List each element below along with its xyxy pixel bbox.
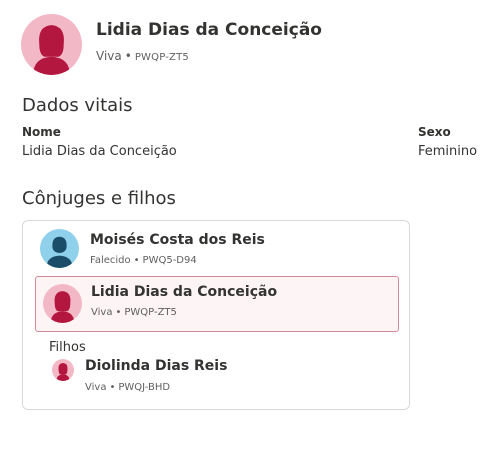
person-id: PWQP-ZT5 [124,307,177,318]
person-id: PWQJ-BHD [118,382,171,393]
name-label: Nome [22,125,61,139]
sex-label: Sexo [418,125,451,139]
self-name[interactable]: Lidia Dias da Conceição [91,284,277,300]
person-meta: Viva • PWQP-ZT5 [96,49,189,63]
spouse-meta: Falecido • PWQ5-D94 [90,255,197,266]
separator: • [109,382,116,393]
life-status: Viva [85,382,107,393]
person-id: PWQP-ZT5 [134,52,189,63]
life-status: Viva [91,307,113,318]
life-status: Falecido [90,255,131,266]
spouse-row[interactable]: Moisés Costa dos Reis Falecido • PWQ5-D94 [40,229,400,269]
male-avatar-icon[interactable] [40,229,79,268]
children-label: Filhos [49,340,86,355]
vitals-section-title: Dados vitais [22,95,133,116]
separator: • [133,255,140,266]
life-status: Viva [96,49,122,63]
spouse-name[interactable]: Moisés Costa dos Reis [90,232,265,248]
child-meta: Viva • PWQJ-BHD [85,382,170,393]
family-section-title: Cônjuges e filhos [22,188,176,209]
child-row[interactable]: Diolinda Dias Reis Viva • PWQJ-BHD [52,357,392,397]
female-avatar-icon[interactable] [43,284,82,323]
person-header: Lidia Dias da Conceição Viva • PWQP-ZT5 [21,14,481,76]
person-id: PWQ5-D94 [142,255,197,266]
child-name[interactable]: Diolinda Dias Reis [85,358,227,374]
female-avatar-icon[interactable] [52,359,74,381]
name-value: Lidia Dias da Conceição [22,144,177,159]
sex-value: Feminino [418,144,478,159]
person-name: Lidia Dias da Conceição [96,20,322,40]
self-row-content[interactable]: Lidia Dias da Conceição Viva • PWQP-ZT5 [43,284,393,324]
self-meta: Viva • PWQP-ZT5 [91,307,177,318]
separator: • [124,49,132,63]
female-avatar-icon[interactable] [21,14,82,75]
separator: • [115,307,122,318]
